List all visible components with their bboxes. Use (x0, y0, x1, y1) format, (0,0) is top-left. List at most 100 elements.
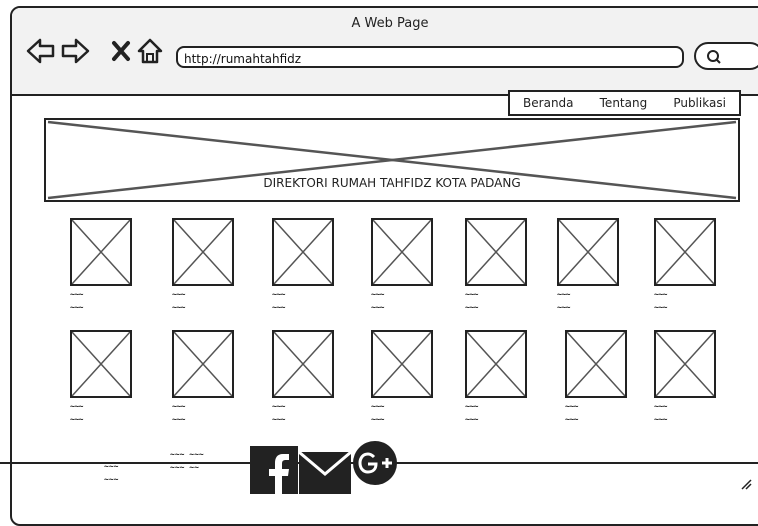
card-image (70, 330, 132, 398)
google-plus-icon[interactable] (352, 440, 398, 488)
tahfidz-card[interactable]: ~~~ ~~~ (557, 218, 623, 314)
card-caption: ~~~ ~~~ (272, 400, 338, 426)
card-caption-line1: ~~~ (557, 290, 570, 299)
card-caption: ~~~ ~~~ (371, 400, 437, 426)
footer-mid-text: ~~~ ~~~ ~~~ ~~ (170, 448, 204, 474)
facebook-icon[interactable] (250, 446, 298, 494)
card-caption: ~~~ ~~~ (172, 400, 238, 426)
image-placeholder-icon (559, 220, 617, 284)
card-caption-line2: ~~~ (70, 415, 83, 424)
tahfidz-card[interactable]: ~~~ ~~~ (371, 330, 437, 426)
card-caption: ~~~ ~~~ (70, 400, 136, 426)
menu-item-tentang[interactable]: Tentang (600, 96, 648, 110)
footer-left-line1: ~~~ (104, 462, 119, 471)
card-image (465, 218, 527, 286)
back-arrow-icon[interactable] (26, 36, 56, 66)
forward-arrow-icon[interactable] (60, 36, 90, 66)
card-image (371, 330, 433, 398)
card-caption-line1: ~~~ (654, 290, 667, 299)
card-caption: ~~~ ~~~ (654, 288, 720, 314)
card-image (465, 330, 527, 398)
banner-title: DIREKTORI RUMAH TAHFIDZ KOTA PADANG (263, 176, 521, 190)
footer-mid-line2: ~~~ ~~ (170, 463, 199, 472)
card-image (654, 218, 716, 286)
card-caption-line1: ~~~ (70, 290, 83, 299)
home-icon[interactable] (136, 36, 166, 66)
card-image (272, 218, 334, 286)
top-menu: Beranda Tentang Publikasi (508, 90, 741, 116)
card-image (272, 330, 334, 398)
card-caption-line1: ~~~ (465, 290, 478, 299)
resize-grip-icon[interactable] (740, 478, 752, 490)
tahfidz-card[interactable]: ~~~ ~~~ (654, 330, 720, 426)
card-caption-line2: ~~~ (371, 415, 384, 424)
card-caption-line2: ~~~ (272, 415, 285, 424)
card-caption-line2: ~~~ (557, 303, 570, 312)
tahfidz-card[interactable]: ~~~ ~~~ (272, 330, 338, 426)
card-caption: ~~~ ~~~ (557, 288, 623, 314)
window-title: A Web Page (351, 16, 429, 31)
card-caption-line2: ~~~ (565, 415, 578, 424)
card-image (557, 218, 619, 286)
tahfidz-card[interactable]: ~~~ ~~~ (465, 218, 531, 314)
card-caption-line2: ~~~ (371, 303, 384, 312)
card-image (172, 330, 234, 398)
card-caption: ~~~ ~~~ (654, 400, 720, 426)
tahfidz-card[interactable]: ~~~ ~~~ (565, 330, 631, 426)
card-caption: ~~~ ~~~ (70, 288, 136, 314)
footer-mid-line1: ~~~ ~~~ (170, 450, 204, 459)
tahfidz-card[interactable]: ~~~ ~~~ (465, 330, 531, 426)
card-caption-line1: ~~~ (272, 402, 285, 411)
card-image (70, 218, 132, 286)
search-button[interactable] (694, 42, 758, 70)
image-placeholder-icon (72, 332, 130, 396)
search-icon (707, 50, 721, 64)
banner-image: DIREKTORI RUMAH TAHFIDZ KOTA PADANG (44, 118, 740, 202)
card-caption: ~~~ ~~~ (565, 400, 631, 426)
card-caption-line1: ~~~ (172, 402, 185, 411)
card-image (371, 218, 433, 286)
tahfidz-card[interactable]: ~~~ ~~~ (172, 218, 238, 314)
image-placeholder-icon (567, 332, 625, 396)
image-placeholder-icon (274, 332, 332, 396)
mail-icon[interactable] (299, 446, 351, 494)
card-image (172, 218, 234, 286)
card-caption-line1: ~~~ (654, 402, 667, 411)
card-caption-line1: ~~~ (465, 402, 478, 411)
card-caption: ~~~ ~~~ (172, 288, 238, 314)
tahfidz-card[interactable]: ~~~ ~~~ (172, 330, 238, 426)
menu-item-beranda[interactable]: Beranda (523, 96, 573, 110)
card-caption-line2: ~~~ (465, 303, 478, 312)
menu-item-publikasi[interactable]: Publikasi (673, 96, 726, 110)
card-caption-line2: ~~~ (272, 303, 285, 312)
card-image (565, 330, 627, 398)
card-caption: ~~~ ~~~ (272, 288, 338, 314)
card-caption-line2: ~~~ (654, 303, 667, 312)
card-caption: ~~~ ~~~ (465, 400, 531, 426)
footer-left-text: ~~~ ~~~ (104, 460, 118, 486)
tahfidz-card[interactable]: ~~~ ~~~ (70, 330, 136, 426)
image-placeholder-icon (467, 220, 525, 284)
image-placeholder-icon (174, 220, 232, 284)
card-caption-line2: ~~~ (70, 303, 83, 312)
card-caption: ~~~ ~~~ (465, 288, 531, 314)
image-placeholder-icon (373, 220, 431, 284)
card-image (654, 330, 716, 398)
card-caption-line1: ~~~ (565, 402, 578, 411)
card-caption: ~~~ ~~~ (371, 288, 437, 314)
image-placeholder-icon (274, 220, 332, 284)
image-placeholder-icon (467, 332, 525, 396)
footer-left-line2: ~~~ (104, 475, 119, 484)
card-caption-line1: ~~~ (371, 402, 384, 411)
tahfidz-card[interactable]: ~~~ ~~~ (654, 218, 720, 314)
browser-chrome: A Web Page http://rumahtahfidz (12, 8, 758, 96)
close-icon[interactable] (108, 36, 138, 66)
tahfidz-card[interactable]: ~~~ ~~~ (70, 218, 136, 314)
image-placeholder-icon (373, 332, 431, 396)
url-field[interactable]: http://rumahtahfidz (176, 46, 684, 68)
tahfidz-card[interactable]: ~~~ ~~~ (272, 218, 338, 314)
card-caption-line2: ~~~ (465, 415, 478, 424)
tahfidz-card[interactable]: ~~~ ~~~ (371, 218, 437, 314)
card-caption-line1: ~~~ (172, 290, 185, 299)
card-caption-line2: ~~~ (172, 415, 185, 424)
